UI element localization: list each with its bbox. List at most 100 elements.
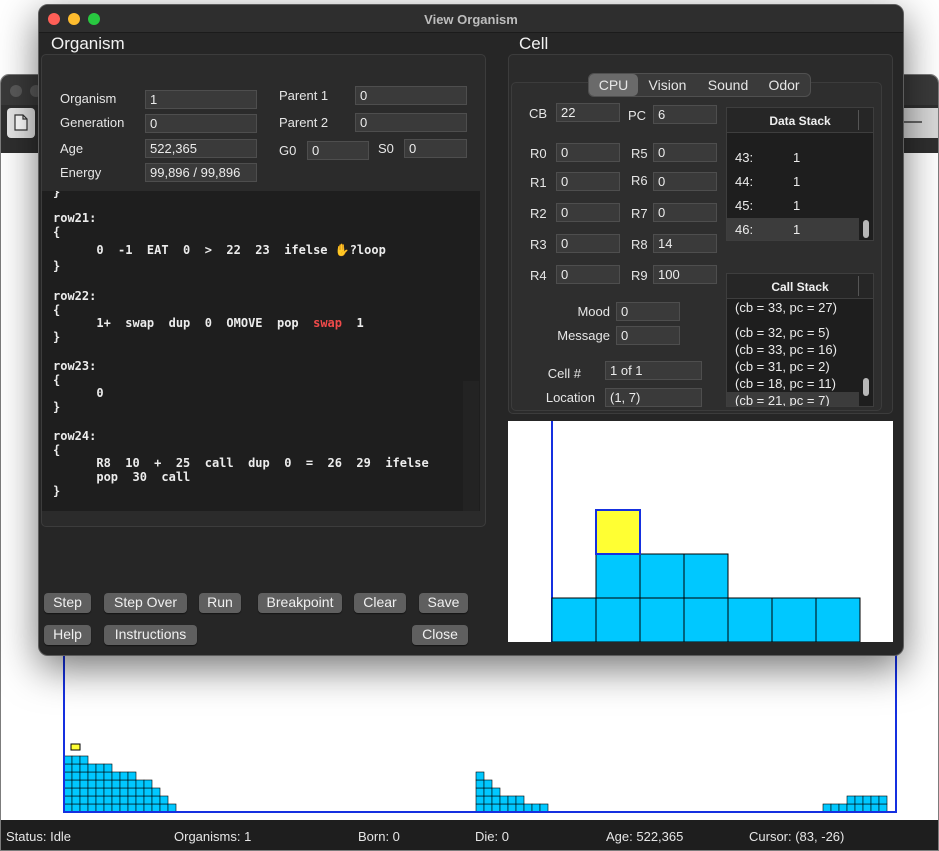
world-cell [111,795,121,805]
world-cell [63,795,73,805]
world-cell [523,803,533,813]
call-stack-scrollbar[interactable] [863,378,869,396]
r4-field[interactable]: 0 [556,265,620,284]
world-cell [63,771,73,781]
tab-odor[interactable]: Odor [759,74,809,96]
cell-number-field[interactable]: 1 of 1 [605,361,702,380]
cell-view[interactable] [508,421,893,642]
world-cell [854,795,864,805]
world-cell [862,795,872,805]
location-field[interactable]: (1, 7) [605,388,702,407]
call-stack-row[interactable]: (cb = 21, pc = 7) [735,393,830,406]
parent1-field[interactable]: 0 [355,86,467,105]
world-cell [119,795,129,805]
world-cell [79,763,89,773]
cell-tabs: CPU Vision Sound Odor [588,73,811,97]
data-stack-value: 1 [793,174,801,189]
world-cell [79,787,89,797]
code-line: { [53,373,61,387]
mood-field[interactable]: 0 [616,302,680,321]
world-cell [111,779,121,789]
world-cell [159,795,169,805]
call-stack-row[interactable]: (cb = 33, pc = 16) [735,342,837,357]
code-line: } [53,191,61,199]
call-stack-row[interactable]: (cb = 18, pc = 11) [735,376,836,391]
r1-field[interactable]: 0 [556,172,620,191]
message-field[interactable]: 0 [616,326,680,345]
world-cell [79,803,89,813]
data-stack-row[interactable]: 43: 1 [727,146,859,170]
r8-field[interactable]: 14 [653,234,717,253]
world-cell [167,803,177,813]
tab-sound[interactable]: Sound [699,74,757,96]
world-cell [103,779,113,789]
organism-cell [683,597,729,642]
data-stack-index: 45: [735,198,754,213]
cb-field[interactable]: 22 [556,103,620,122]
call-stack-row[interactable]: (cb = 32, pc = 5) [735,325,830,340]
age-field[interactable]: 522,365 [145,139,257,158]
energy-field[interactable]: 99,896 / 99,896 [145,163,257,182]
generation-field[interactable]: 0 [145,114,257,133]
instructions-button[interactable]: Instructions [104,625,197,645]
s0-field[interactable]: 0 [404,139,467,158]
world-cell [127,803,137,813]
born-count: Born: 0 [358,829,400,844]
save-button[interactable]: Save [419,593,468,613]
close-button[interactable]: Close [412,625,468,645]
code-viewer[interactable]: } row21:{ 0 -1 EAT 0 > 22 23 ifelse ✋?loo… [42,191,480,511]
step-button[interactable]: Step [44,593,91,613]
world-cell [135,787,145,797]
data-stack-row[interactable]: 45: 1 [727,194,859,218]
data-stack-value: 1 [793,150,801,165]
data-stack-scrollbar[interactable] [863,220,869,238]
clear-button[interactable]: Clear [354,593,406,613]
organism-cell [595,597,641,642]
g0-field[interactable]: 0 [307,141,369,160]
organism-field[interactable]: 1 [145,90,257,109]
world-cell [846,795,856,805]
world-cell [87,803,97,813]
r0-field[interactable]: 0 [556,143,620,162]
view-organism-dialog: View Organism Organism Cell Organism 1 G… [38,4,904,656]
world-cell [143,795,153,805]
organism-cell [639,597,685,642]
data-stack-row[interactable]: 44: 1 [727,170,859,194]
world-cell [475,779,485,789]
world-cell [475,803,485,813]
r2-field[interactable]: 0 [556,203,620,222]
data-stack-header: Data Stack [727,108,873,133]
world-cell [838,803,848,813]
data-stack-row[interactable]: 46: 1 [727,218,859,240]
world-cell [507,803,517,813]
world-cell [822,803,832,813]
world-cell [63,803,73,813]
r8-label: R8 [631,237,648,252]
r6-field[interactable]: 0 [653,172,717,191]
call-stack-row[interactable]: (cb = 33, pc = 27) [735,300,837,315]
r3-field[interactable]: 0 [556,234,620,253]
code-scroll-track[interactable] [463,381,479,511]
r7-field[interactable]: 0 [653,203,717,222]
r9-field[interactable]: 100 [653,265,717,284]
world-cell [103,771,113,781]
run-button[interactable]: Run [199,593,241,613]
parent2-field[interactable]: 0 [355,113,467,132]
data-stack[interactable]: Data Stack 43: 1 44: 1 45: 1 46: 1 [726,107,874,241]
tab-vision[interactable]: Vision [640,74,695,96]
code-line: row21: [53,211,97,225]
r5-field[interactable]: 0 [653,143,717,162]
call-stack-row[interactable]: (cb = 31, pc = 2) [735,359,830,374]
help-button[interactable]: Help [44,625,91,645]
tab-cpu[interactable]: CPU [589,74,638,96]
step-over-button[interactable]: Step Over [104,593,187,613]
world-cell [151,787,161,797]
window-title: View Organism [424,12,518,27]
pc-field[interactable]: 6 [653,105,717,124]
world-cell [71,755,81,765]
world-cell [135,779,145,789]
die-count: Die: 0 [475,829,509,844]
call-stack[interactable]: Call Stack (cb = 33, pc = 27) (cb = 32, p… [726,273,874,407]
world-cell [491,787,501,797]
breakpoint-button[interactable]: Breakpoint [258,593,342,613]
